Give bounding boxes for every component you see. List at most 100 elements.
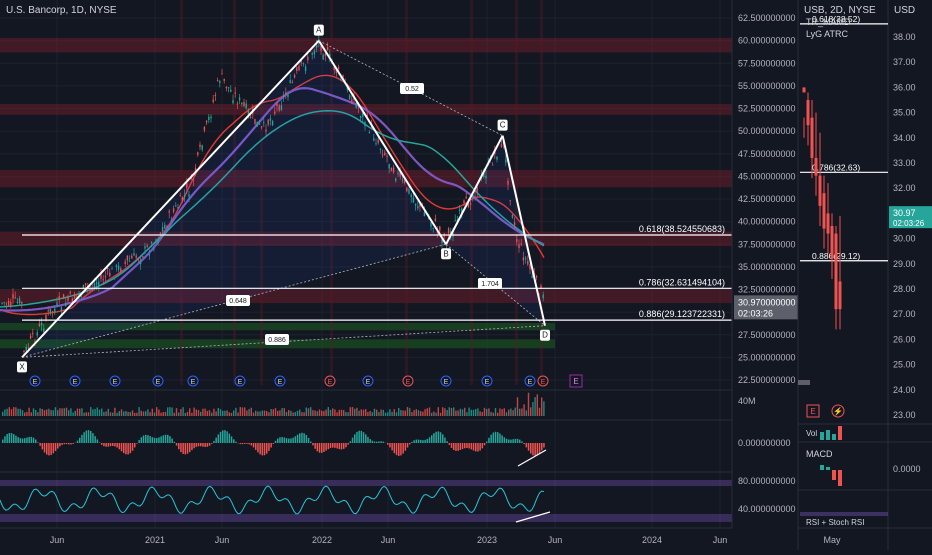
macd-histogram-bar (33, 438, 35, 443)
macd-histogram-bar (200, 443, 202, 446)
volume-bar (376, 410, 377, 416)
volume-bar (119, 411, 120, 416)
candle-body (48, 310, 49, 311)
volume-bar (99, 410, 100, 416)
volume-bar (35, 410, 36, 416)
volume-bar (68, 410, 69, 416)
volume-bar (143, 412, 144, 416)
macd-histogram-bar (20, 438, 22, 443)
volume-bar (37, 412, 38, 416)
volume-bar (352, 407, 353, 416)
macd-histogram-bar (15, 436, 17, 443)
macd-histogram-bar (442, 434, 444, 443)
macd-histogram-bar (490, 435, 492, 443)
macd-histogram-bar (376, 442, 378, 443)
macd-histogram-bar (266, 443, 268, 454)
volume-bar (314, 410, 315, 416)
candle-body (228, 87, 229, 88)
candle-body (221, 74, 222, 75)
volume-bar (240, 407, 241, 416)
macd-histogram-bar (268, 443, 270, 451)
y-tick-label: 45.000000000 (738, 171, 796, 181)
volume-bar (277, 411, 278, 416)
macd-histogram-bar (363, 432, 365, 443)
side-candle-body (811, 118, 814, 158)
candle-body (215, 95, 216, 96)
volume-bar (387, 412, 388, 416)
macd-histogram-bar (97, 439, 99, 443)
volume-bar (273, 409, 274, 416)
volume-bar (299, 410, 300, 416)
side-y-tick: 32.00 (893, 183, 916, 193)
macd-histogram-bar (383, 442, 385, 443)
side-macd-axis: 0.0000 (893, 464, 921, 474)
candle-body (243, 102, 244, 106)
macd-histogram-bar (328, 443, 330, 449)
side-earnings-label: E (810, 407, 815, 416)
macd-histogram-bar (530, 443, 532, 454)
candle-body (217, 80, 218, 81)
macd-histogram-bar (189, 443, 191, 452)
volume-bar (519, 409, 520, 416)
y-tick-label: 37.500000000 (738, 239, 796, 249)
volume-bar (528, 393, 529, 416)
macd-histogram-bar (246, 443, 248, 444)
macd-histogram-bar (209, 443, 211, 446)
volume-bar (213, 409, 214, 416)
candle-body (15, 297, 16, 298)
macd-histogram-bar (39, 443, 41, 446)
macd-histogram-bar (438, 431, 440, 443)
macd-histogram-bar (44, 443, 46, 452)
macd-histogram-bar (31, 437, 32, 443)
volume-bar (39, 408, 40, 416)
side-macd-bar (838, 470, 842, 486)
volume-bar (66, 408, 67, 416)
candle-body (338, 67, 339, 69)
volume-bar (64, 408, 65, 416)
volume-bar (57, 410, 58, 416)
candle-body (213, 100, 214, 102)
macd-histogram-bar (270, 443, 272, 448)
macd-histogram-bar (387, 443, 389, 445)
volume-bar (466, 412, 467, 416)
volume-bar (391, 412, 392, 416)
volume-bar (264, 411, 265, 416)
volume-bar (455, 411, 456, 416)
candle-body (32, 333, 33, 334)
side-volume-strip (798, 380, 810, 385)
volume-bar (259, 411, 260, 416)
volume-bar (246, 410, 247, 416)
macd-histogram-bar (149, 436, 151, 443)
macd-histogram-bar (295, 436, 297, 443)
macd-histogram-bar (229, 434, 231, 443)
macd-histogram-bar (83, 432, 85, 443)
macd-histogram-bar (486, 442, 488, 443)
macd-histogram-bar (424, 440, 426, 443)
macd-histogram-bar (341, 443, 343, 449)
volume-bar (484, 408, 485, 416)
macd-histogram-bar (521, 441, 523, 443)
volume-bar (59, 408, 60, 416)
volume-bar (152, 409, 153, 416)
earnings-marker-label: E (444, 379, 449, 386)
volume-bar (339, 410, 340, 416)
volume-bar (517, 397, 518, 416)
volume-bar (490, 412, 491, 416)
side-y-tick: 35.00 (893, 108, 916, 118)
macd-histogram-bar (42, 443, 44, 449)
macd-histogram-bar (334, 443, 336, 448)
side-y-tick: 33.00 (893, 158, 916, 168)
candle-body (226, 87, 227, 89)
side-y-tick: 27.00 (893, 309, 916, 319)
volume-bar (125, 411, 126, 416)
volume-bar (383, 410, 384, 416)
currency-label: USD (894, 5, 915, 16)
volume-bar (354, 409, 355, 416)
macd-histogram-bar (493, 433, 495, 443)
side-volume-bar (838, 426, 842, 440)
ratio-label: 1.704 (481, 281, 499, 288)
volume-bar (341, 410, 342, 416)
side-macd-label: MACD (806, 449, 833, 459)
volume-bar (369, 411, 370, 416)
macd-histogram-bar (519, 440, 521, 443)
